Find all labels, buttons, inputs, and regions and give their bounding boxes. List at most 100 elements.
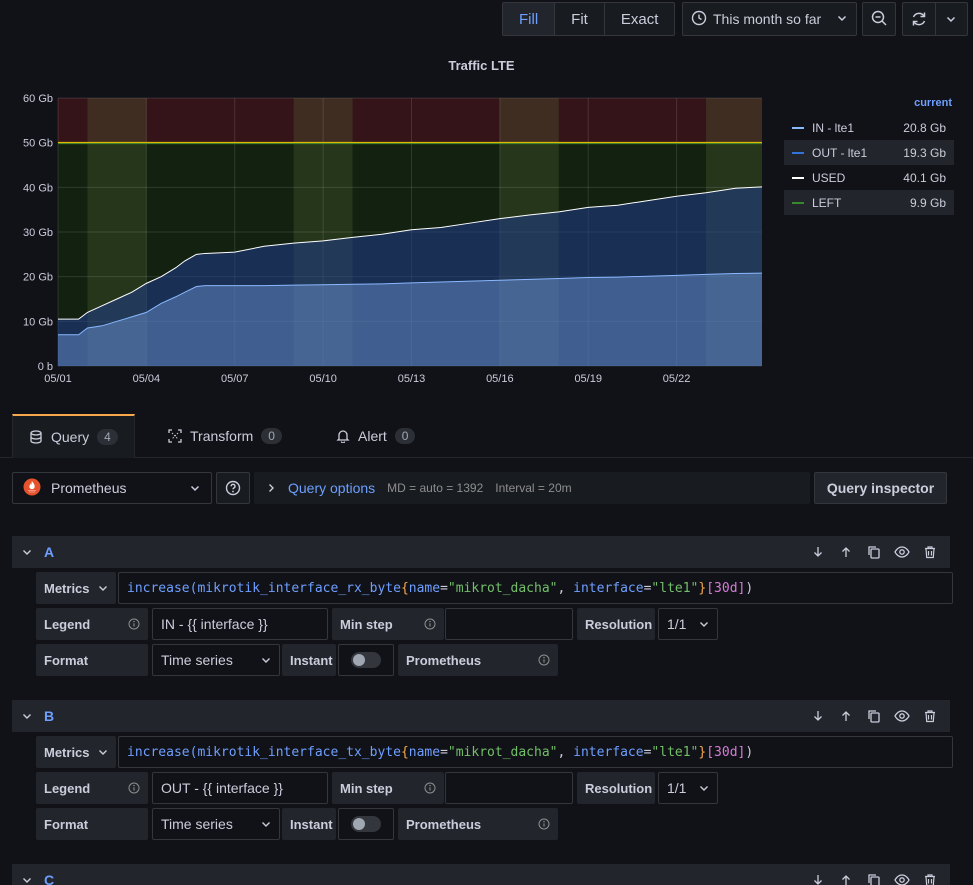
- instant-toggle-a[interactable]: [338, 644, 394, 676]
- toggle-visibility-button[interactable]: [894, 545, 910, 559]
- datasource-help-button[interactable]: [216, 472, 250, 504]
- format-select-a[interactable]: Time series: [152, 644, 280, 676]
- legend-item-name: LEFT: [812, 195, 842, 210]
- chart-legend: current IN - lte1 20.8 Gb OUT - lte1 19.…: [784, 95, 954, 215]
- time-range-picker[interactable]: This month so far: [682, 2, 857, 36]
- remove-query-button[interactable]: [922, 709, 938, 723]
- info-icon[interactable]: [424, 782, 436, 794]
- legend-item-name: USED: [812, 170, 846, 185]
- chevron-down-icon: [23, 878, 31, 883]
- legend-input-b[interactable]: OUT - {{ interface }}: [152, 772, 328, 804]
- datasource-picker[interactable]: Prometheus: [12, 472, 212, 504]
- legend-item-name: OUT - lte1: [812, 145, 868, 160]
- prometheus-icon: [23, 478, 41, 499]
- resolution-select-b[interactable]: 1/1: [658, 772, 718, 804]
- resolution-value: 1/1: [667, 780, 687, 796]
- remove-query-button[interactable]: [922, 873, 938, 885]
- move-up-button[interactable]: [838, 545, 854, 559]
- legend-swatch: [792, 151, 804, 154]
- y-tick-label: 10 Gb: [23, 316, 53, 328]
- legend-row-b: Legend OUT - {{ interface }} Min step Re…: [36, 772, 718, 804]
- y-tick-label: 40 Gb: [23, 182, 53, 194]
- tab-label: Transform: [190, 428, 254, 444]
- query-inspector-button[interactable]: Query inspector: [814, 472, 947, 504]
- query-options-interval: Interval = 20m: [495, 481, 572, 495]
- legend-item-in[interactable]: IN - lte1 20.8 Gb: [784, 115, 954, 140]
- metrics-field-a: Metrics increase(mikrotik_interface_rx_b…: [36, 572, 953, 604]
- metrics-dropdown[interactable]: Metrics: [36, 572, 116, 604]
- tab-count-badge: 4: [97, 429, 118, 445]
- info-icon[interactable]: [424, 618, 436, 630]
- expr-sep: ,: [557, 580, 574, 596]
- min-step-input-a[interactable]: [445, 608, 573, 640]
- legend-item-value: 20.8 Gb: [903, 120, 946, 135]
- info-icon[interactable]: [128, 618, 140, 630]
- fit-button[interactable]: Fit: [555, 3, 605, 35]
- expr-label-value: "lte1": [651, 744, 699, 760]
- info-icon[interactable]: [538, 654, 550, 666]
- legend-item-used[interactable]: USED 40.1 Gb: [784, 165, 954, 190]
- metrics-dropdown[interactable]: Metrics: [36, 736, 116, 768]
- duplicate-button[interactable]: [866, 709, 882, 723]
- min-step-input-b[interactable]: [445, 772, 573, 804]
- query-options-md: MD = auto = 1392: [387, 481, 484, 495]
- format-row-a: Format Time series Instant Prometheus: [36, 644, 558, 676]
- tab-label: Alert: [358, 428, 387, 444]
- remove-query-button[interactable]: [922, 545, 938, 559]
- tab-count-badge: 0: [261, 428, 282, 444]
- legend-swatch: [792, 126, 804, 129]
- instant-switch[interactable]: [351, 816, 381, 832]
- tab-transform[interactable]: Transform 0: [152, 414, 298, 458]
- chevron-down-icon: [262, 822, 270, 827]
- toggle-visibility-button[interactable]: [894, 709, 910, 723]
- instant-switch[interactable]: [351, 652, 381, 668]
- legend-item-left[interactable]: LEFT 9.9 Gb: [784, 190, 954, 215]
- duplicate-button[interactable]: [866, 545, 882, 559]
- move-up-button[interactable]: [838, 873, 854, 885]
- query-letter: B: [44, 708, 55, 724]
- eye-icon: [894, 874, 910, 885]
- tab-query[interactable]: Query 4: [12, 414, 135, 458]
- legend-item-out[interactable]: OUT - lte1 19.3 Gb: [784, 140, 954, 165]
- legend-swatch: [792, 176, 804, 179]
- resolution-field-label: Resolution: [577, 772, 655, 804]
- refresh-button[interactable]: [903, 3, 936, 35]
- move-up-button[interactable]: [838, 709, 854, 723]
- duplicate-button[interactable]: [866, 873, 882, 885]
- query-options[interactable]: Query options MD = auto = 1392 Interval …: [254, 472, 810, 504]
- legend-field-label: Legend: [36, 608, 148, 640]
- query-row-header-b[interactable]: B: [12, 700, 950, 732]
- tab-alert[interactable]: Alert 0: [320, 414, 431, 458]
- arrow-up-icon: [842, 711, 850, 721]
- refresh-interval-dropdown[interactable]: [936, 3, 968, 35]
- zoom-out-icon: [870, 9, 888, 30]
- chevron-down-icon: [99, 586, 107, 591]
- traffic-chart[interactable]: 0 b 10 Gb 20 Gb 30 Gb 40 Gb 50 Gb 60 Gb 05/01 05…: [0, 88, 780, 388]
- zoom-out-button[interactable]: [862, 2, 896, 36]
- format-select-b[interactable]: Time series: [152, 808, 280, 840]
- fill-button[interactable]: Fill: [503, 3, 556, 35]
- move-down-button[interactable]: [810, 873, 826, 885]
- info-icon[interactable]: [538, 818, 550, 830]
- resolution-select-a[interactable]: 1/1: [658, 608, 718, 640]
- legend-input-a[interactable]: IN - {{ interface }}: [152, 608, 328, 640]
- query-expression-input-a[interactable]: increase(mikrotik_interface_rx_byte{name…: [118, 572, 953, 604]
- min-step-label: Min step: [340, 780, 393, 796]
- prometheus-label: Prometheus: [406, 652, 482, 668]
- exact-button[interactable]: Exact: [605, 3, 675, 35]
- legend-header-current[interactable]: current: [784, 95, 954, 115]
- query-header: Prometheus Query options MD = auto = 139…: [12, 472, 948, 504]
- query-row-header-a[interactable]: A: [12, 536, 950, 568]
- info-icon[interactable]: [128, 782, 140, 794]
- metrics-field-b: Metrics increase(mikrotik_interface_tx_b…: [36, 736, 953, 768]
- format-value: Time series: [161, 652, 233, 668]
- toggle-visibility-button[interactable]: [894, 873, 910, 885]
- instant-toggle-b[interactable]: [338, 808, 394, 840]
- move-down-button[interactable]: [810, 545, 826, 559]
- prometheus-label: Prometheus: [406, 816, 482, 832]
- refresh-group: [902, 2, 968, 36]
- query-expression-input-b[interactable]: increase(mikrotik_interface_tx_byte{name…: [118, 736, 953, 768]
- move-down-button[interactable]: [810, 709, 826, 723]
- query-row-header-c[interactable]: C: [12, 864, 950, 885]
- clock-icon: [691, 10, 707, 29]
